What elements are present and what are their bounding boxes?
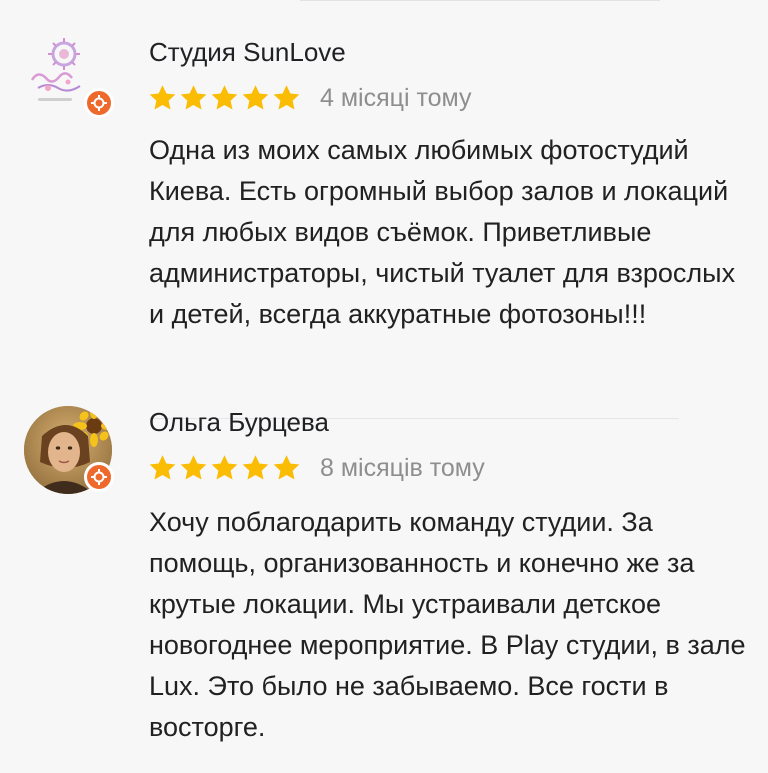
review-date: 8 місяців тому [320, 454, 485, 482]
rating-row: 4 місяці тому [147, 80, 472, 116]
star-icon [273, 455, 300, 480]
top-divider [300, 0, 660, 1]
star-icon [211, 455, 238, 480]
star-icon [242, 455, 269, 480]
local-guide-badge-icon [84, 88, 114, 118]
star-rating [147, 83, 302, 113]
star-icon [180, 85, 207, 110]
review-text: Одна из моих самых любимых фотостудий Ки… [149, 135, 736, 329]
star-icon [273, 85, 300, 110]
star-icon [180, 455, 207, 480]
review-text: Хочу поблагодарить команду студии. За по… [149, 507, 746, 742]
rating-row: 8 місяців тому [147, 450, 485, 486]
star-icon [242, 85, 269, 110]
review-date: 4 місяці тому [320, 84, 472, 112]
reviewer-name[interactable]: Студия SunLove [149, 36, 346, 68]
local-guide-badge-icon [84, 462, 114, 492]
reviewer-avatar-container[interactable] [24, 32, 114, 120]
reviews-page: Студия SunLove 4 місяці тому Одна из мои… [0, 0, 768, 773]
star-icon [149, 85, 176, 110]
star-rating [147, 453, 302, 483]
star-icon [149, 455, 176, 480]
reviewer-avatar-container[interactable] [24, 406, 114, 494]
star-icon [211, 85, 238, 110]
reviewer-name[interactable]: Ольга Бурцева [149, 406, 329, 438]
